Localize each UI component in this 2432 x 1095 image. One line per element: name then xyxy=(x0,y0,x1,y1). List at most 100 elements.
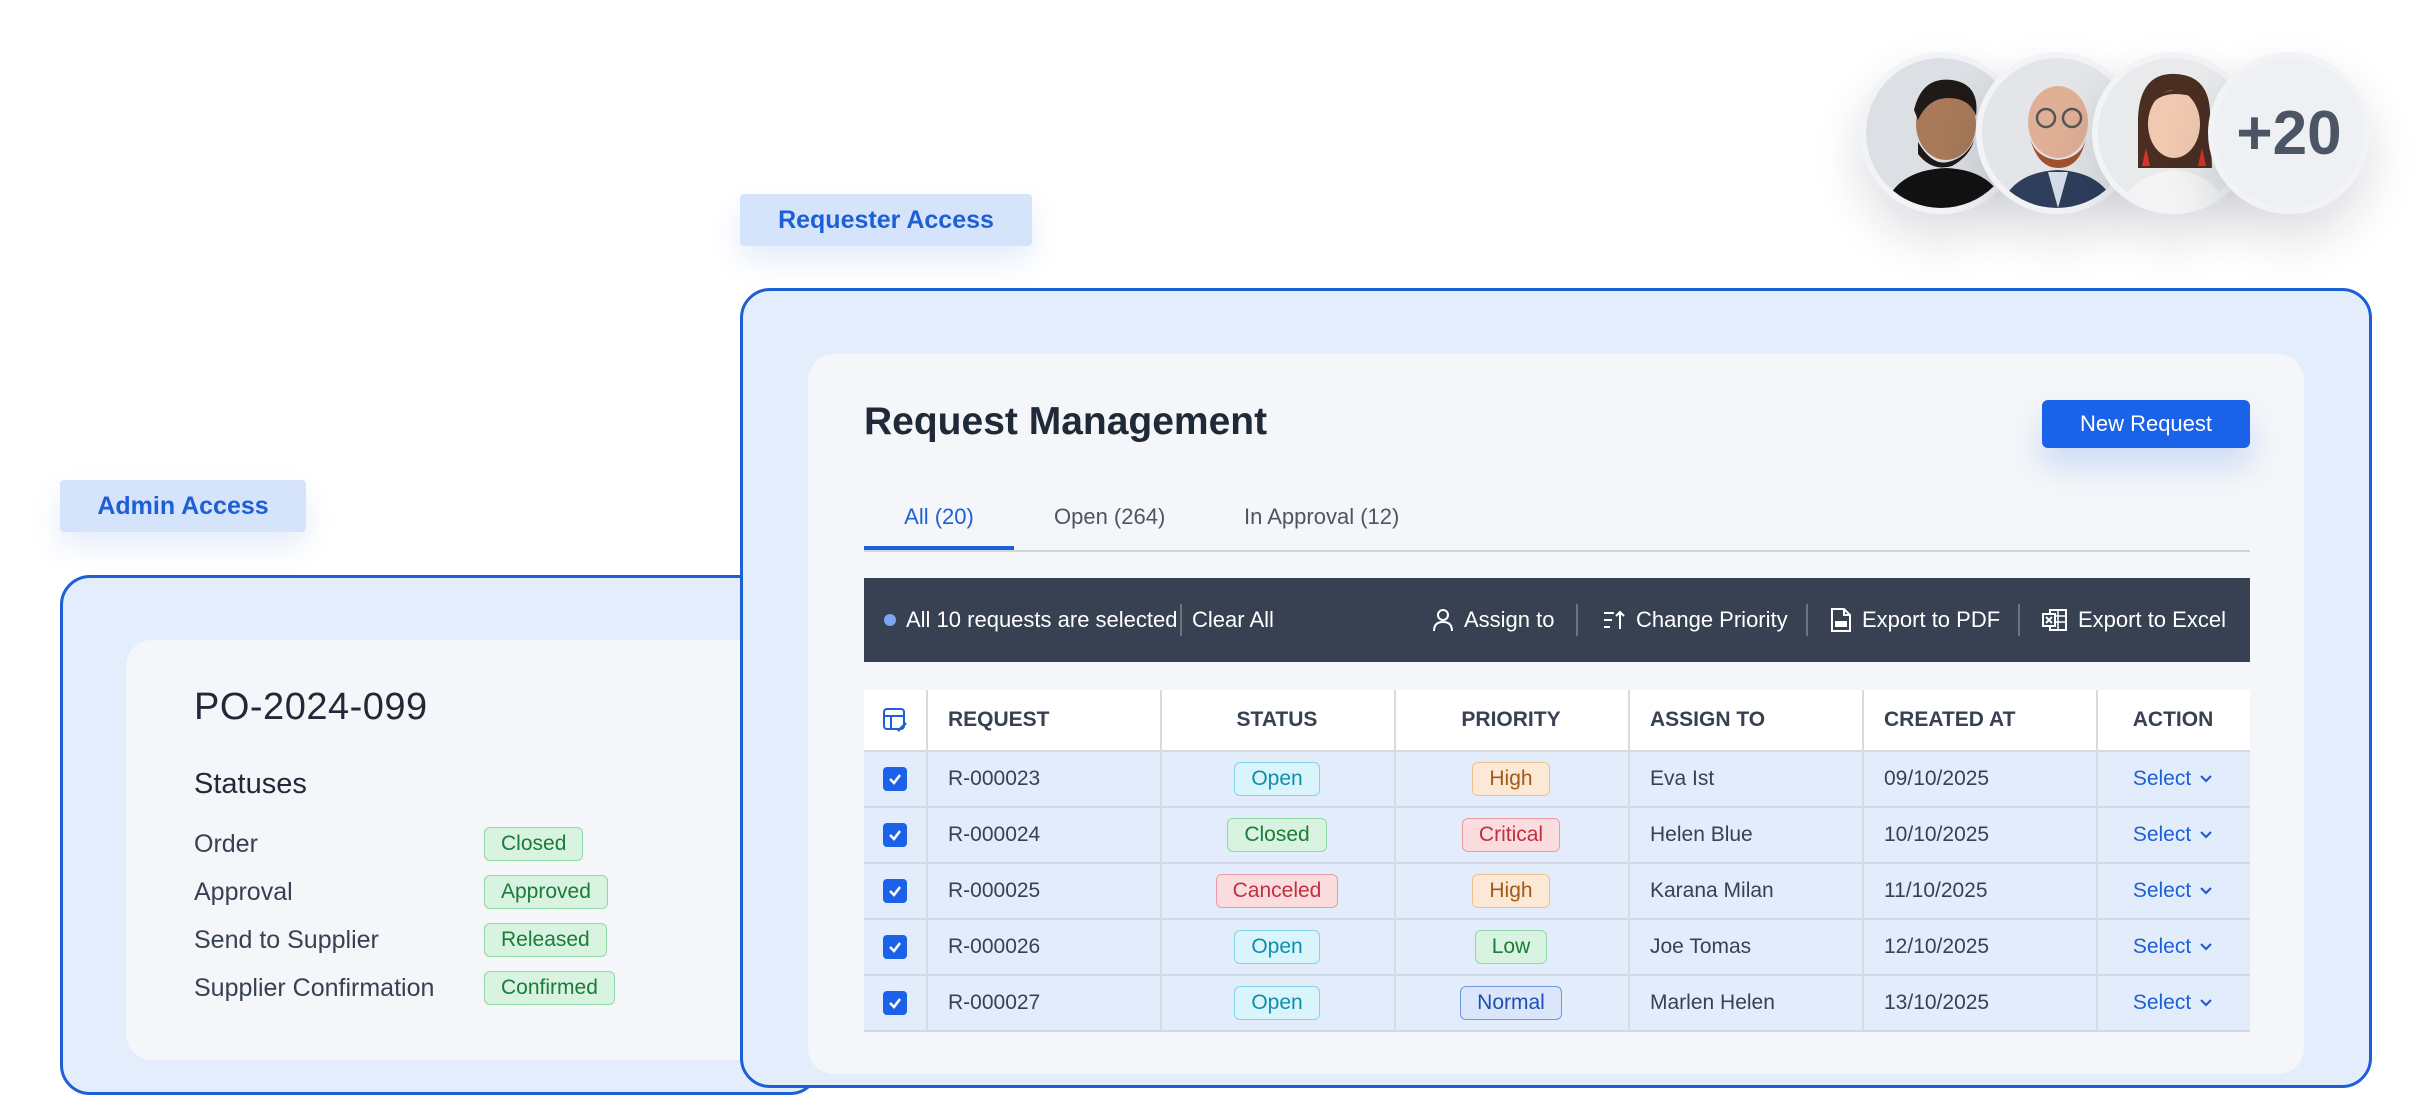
status-row-approval: Approval Approved xyxy=(194,872,714,912)
action-select-dropdown[interactable]: Select xyxy=(2133,767,2213,791)
pdf-file-icon xyxy=(1831,608,1851,632)
status-name: Order xyxy=(194,829,258,858)
assignee: Karana Milan xyxy=(1650,879,1774,902)
created-date: 09/10/2025 xyxy=(1884,767,1990,790)
column-divider xyxy=(1862,690,1864,1030)
action-select-dropdown[interactable]: Select xyxy=(2133,991,2213,1015)
chevron-down-icon xyxy=(2200,887,2212,895)
action-select-label: Select xyxy=(2132,823,2192,846)
assignee: Helen Blue xyxy=(1650,823,1753,846)
status-row-order: Order Closed xyxy=(194,824,714,864)
tab-label: All (20) xyxy=(904,504,974,529)
export-excel-button[interactable]: Export to Excel xyxy=(2042,578,2226,662)
column-divider xyxy=(1628,690,1630,1030)
status-badge: Open xyxy=(1234,986,1320,1020)
column-divider xyxy=(1394,690,1396,1030)
statuses-heading: Statuses xyxy=(194,768,307,800)
action-select-label: Select xyxy=(2132,879,2192,902)
row-checkbox[interactable] xyxy=(864,864,926,918)
status-badge: Approved xyxy=(484,875,608,909)
row-checkbox[interactable] xyxy=(864,976,926,1030)
more-avatars-badge[interactable]: +20 xyxy=(2208,52,2370,214)
po-number: PO-2024-099 xyxy=(194,686,428,728)
user-icon xyxy=(1433,609,1453,632)
column-header-request[interactable]: REQUEST xyxy=(948,690,1050,750)
chevron-down-icon xyxy=(2200,999,2212,1007)
excel-file-icon xyxy=(2042,609,2067,631)
selection-text: All 10 requests are selected xyxy=(906,607,1178,632)
priority-cell: High xyxy=(1394,752,1628,806)
action-cell: Select xyxy=(2096,920,2250,974)
requests-table: REQUEST STATUS PRIORITY ASSIGN TO CREATE… xyxy=(864,690,2250,1032)
divider xyxy=(1806,604,1808,636)
checkbox-checked-icon xyxy=(883,879,907,903)
row-checkbox[interactable] xyxy=(864,920,926,974)
status-badge: Confirmed xyxy=(484,971,615,1005)
table-row[interactable]: R-000023 Open High Eva Ist 09/10/2025 Select xyxy=(864,752,2250,808)
tab-label: In Approval (12) xyxy=(1244,504,1400,529)
assign-to-label: Assign to xyxy=(1464,607,1555,632)
checkbox-checked-icon xyxy=(883,935,907,959)
export-pdf-button[interactable]: Export to PDF xyxy=(1830,578,2000,662)
chevron-down-icon xyxy=(2200,775,2212,783)
column-settings-button[interactable] xyxy=(864,690,926,750)
tab-all[interactable]: All (20) xyxy=(864,504,1014,550)
row-checkbox[interactable] xyxy=(864,808,926,862)
status-badge: Open xyxy=(1234,762,1320,796)
avatar-group: +20 xyxy=(1860,52,2380,218)
priority-cell: High xyxy=(1394,864,1628,918)
tab-in-approval[interactable]: In Approval (12) xyxy=(1244,504,1399,550)
request-id: R-000026 xyxy=(948,935,1041,958)
action-select-label: Select xyxy=(2132,767,2192,790)
divider xyxy=(2018,604,2020,636)
action-select-dropdown[interactable]: Select xyxy=(2133,935,2213,959)
created-date: 11/10/2025 xyxy=(1884,879,1988,902)
status-cell: Open xyxy=(1160,976,1394,1030)
divider xyxy=(1576,604,1578,636)
action-select-dropdown[interactable]: Select xyxy=(2133,823,2213,847)
request-id: R-000025 xyxy=(948,879,1041,902)
page-title: Request Management xyxy=(864,400,1268,443)
column-header-priority[interactable]: PRIORITY xyxy=(1394,690,1628,750)
table-row[interactable]: R-000026 Open Low Joe Tomas 12/10/2025 Select xyxy=(864,920,2250,976)
admin-access-text: Admin Access xyxy=(97,491,269,520)
priority-badge: Normal xyxy=(1460,986,1562,1020)
table-edit-icon xyxy=(883,708,907,732)
column-divider xyxy=(2096,690,2098,1030)
requester-access-text: Requester Access xyxy=(778,205,994,234)
requester-access-label: Requester Access xyxy=(740,194,1032,246)
tab-label: Open (264) xyxy=(1054,504,1166,529)
status-badge: Canceled xyxy=(1215,874,1339,908)
action-select-dropdown[interactable]: Select xyxy=(2133,879,2213,903)
tab-open[interactable]: Open (264) xyxy=(1054,504,1165,550)
column-header-created-at[interactable]: CREATED AT xyxy=(1884,690,2015,750)
assignee: Marlen Helen xyxy=(1650,991,1775,1014)
clear-all-button[interactable]: Clear All xyxy=(1192,578,1274,662)
assign-to-button[interactable]: Assign to xyxy=(1432,578,1555,662)
export-excel-label: Export to Excel xyxy=(2078,607,2226,632)
column-header-assign-to[interactable]: ASSIGN TO xyxy=(1650,690,1765,750)
status-name: Send to Supplier xyxy=(194,925,379,954)
action-cell: Select xyxy=(2096,976,2250,1030)
new-request-button[interactable]: New Request xyxy=(2042,400,2250,448)
request-id: R-000024 xyxy=(948,823,1041,846)
sort-priority-icon xyxy=(1604,610,1625,629)
request-id: R-000027 xyxy=(948,991,1041,1014)
checkbox-checked-icon xyxy=(883,767,907,791)
priority-cell: Normal xyxy=(1394,976,1628,1030)
action-select-label: Select xyxy=(2132,935,2192,958)
column-header-action: ACTION xyxy=(2132,708,2214,731)
action-cell: Select xyxy=(2096,752,2250,806)
status-cell: Closed xyxy=(1160,808,1394,862)
status-badge: Closed xyxy=(1227,818,1327,852)
row-checkbox[interactable] xyxy=(864,752,926,806)
checkbox-checked-icon xyxy=(883,991,907,1015)
status-name: Approval xyxy=(194,877,293,906)
change-priority-button[interactable]: Change Priority xyxy=(1602,578,1788,662)
table-row[interactable]: R-000025 Canceled High Karana Milan 11/10/20… xyxy=(864,864,2250,920)
column-header-status[interactable]: STATUS xyxy=(1160,690,1394,750)
table-row[interactable]: R-000024 Closed Critical Helen Blue 10/10/20… xyxy=(864,808,2250,864)
priority-cell: Low xyxy=(1394,920,1628,974)
request-id: R-000023 xyxy=(948,767,1041,790)
priority-cell: Critical xyxy=(1394,808,1628,862)
